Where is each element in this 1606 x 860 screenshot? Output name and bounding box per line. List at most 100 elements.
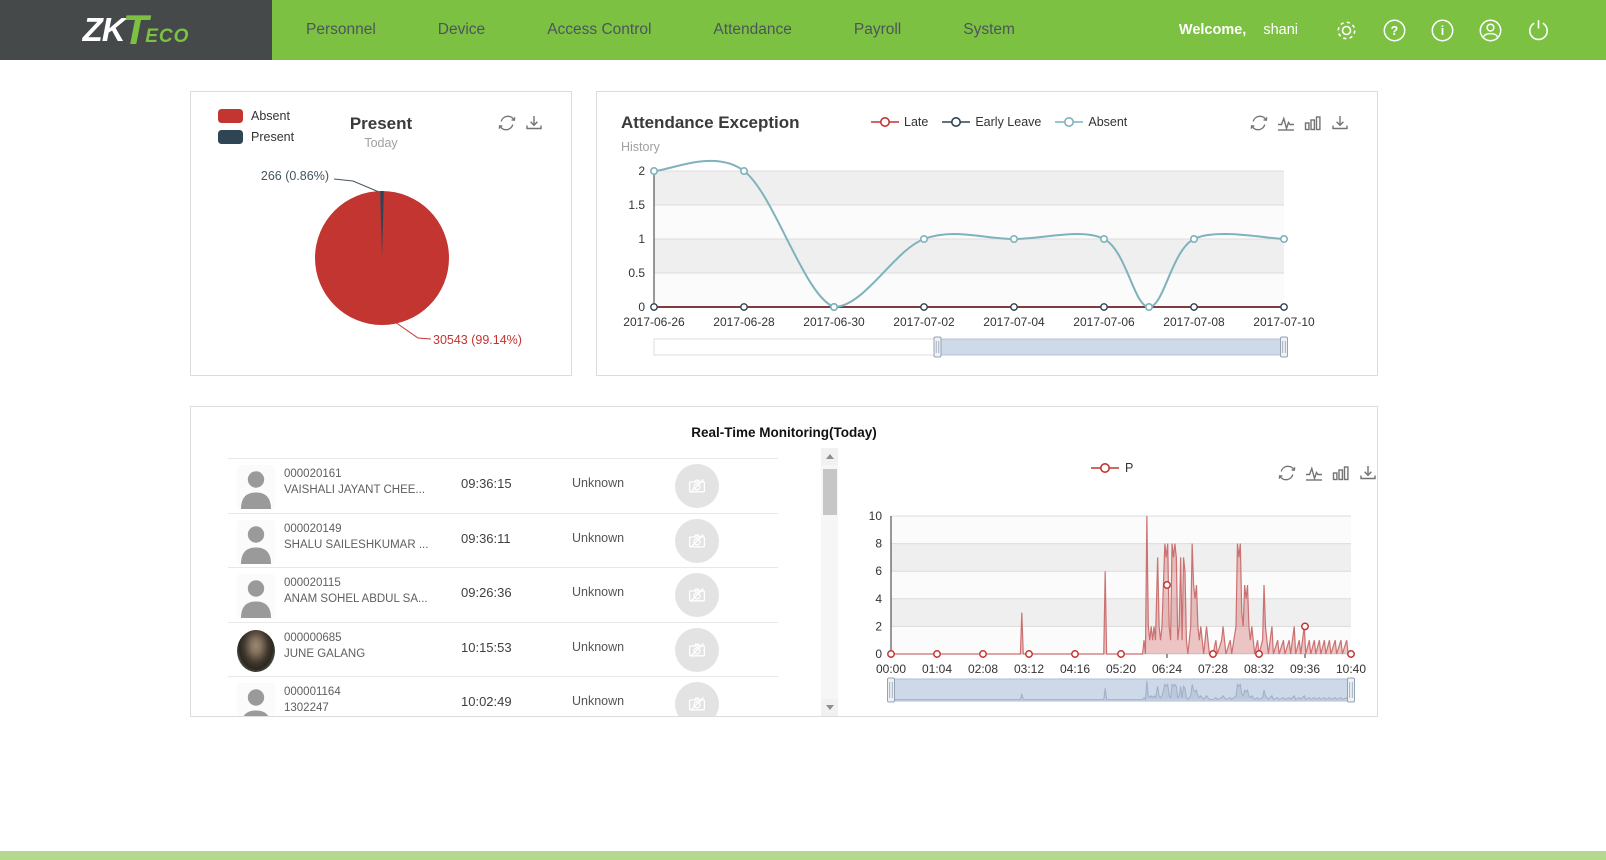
svg-text:09:36: 09:36 bbox=[1290, 662, 1320, 676]
status-label: Unknown bbox=[572, 531, 624, 545]
nav-access-control[interactable]: Access Control bbox=[547, 21, 651, 39]
settings-gear-icon[interactable] bbox=[1333, 17, 1360, 44]
zkteco-logo[interactable]: ZK T eco bbox=[0, 0, 272, 60]
monitoring-title: Real-Time Monitoring(Today) bbox=[191, 425, 1377, 440]
info-icon[interactable]: i bbox=[1429, 17, 1456, 44]
nav-system[interactable]: System bbox=[963, 21, 1015, 39]
list-item: 000000685 JUNE GALANG 10:15:53 Unknown bbox=[228, 622, 778, 677]
person-id: 000020115 bbox=[284, 577, 341, 589]
avatar-silhouette bbox=[237, 683, 275, 717]
exception-title: Attendance Exception bbox=[621, 113, 800, 133]
exception-toolbar bbox=[1248, 112, 1351, 134]
avatar-photo bbox=[237, 630, 275, 672]
svg-text:07:28: 07:28 bbox=[1198, 662, 1228, 676]
footer-bar bbox=[0, 851, 1606, 860]
dashboard-main: Absent Present Present Today bbox=[0, 60, 1606, 851]
logo-text-eco: eco bbox=[145, 26, 189, 48]
svg-text:0: 0 bbox=[875, 647, 882, 661]
download-icon[interactable] bbox=[523, 112, 545, 134]
power-icon[interactable] bbox=[1525, 17, 1552, 44]
scroll-up-arrow-icon[interactable] bbox=[821, 448, 838, 465]
present-slice-label: 266 (0.86%) bbox=[261, 169, 329, 183]
list-item: 000001164 1302247 10:02:49 Unknown bbox=[228, 676, 778, 717]
main-nav: Personnel Device Access Control Attendan… bbox=[272, 21, 1015, 39]
list-item: 000020115 ANAM SOHEL ABDUL SA... 09:26:3… bbox=[228, 567, 778, 622]
legend-item-early-leave[interactable]: Early Leave bbox=[942, 115, 1041, 129]
punch-time: 10:15:53 bbox=[461, 640, 512, 655]
svg-text:02:08: 02:08 bbox=[968, 662, 998, 676]
avatar-silhouette bbox=[237, 465, 275, 509]
bar-chart-icon[interactable] bbox=[1302, 112, 1324, 134]
legend-item-late[interactable]: Late bbox=[871, 115, 928, 129]
scrollbar-thumb[interactable] bbox=[823, 469, 837, 515]
svg-text:2: 2 bbox=[875, 619, 882, 633]
person-name: SHALU SAILESHKUMAR ... bbox=[284, 539, 428, 551]
legend-label-p: P bbox=[1125, 461, 1133, 475]
top-nav-bar: ZK T eco Personnel Device Access Control… bbox=[0, 0, 1606, 60]
list-item: 000020161 VAISHALI JAYANT CHEE... 09:36:… bbox=[228, 458, 778, 513]
bar-chart-icon[interactable] bbox=[1330, 462, 1352, 484]
download-icon[interactable] bbox=[1329, 112, 1351, 134]
refresh-icon[interactable] bbox=[1276, 462, 1298, 484]
person-id: 000020149 bbox=[284, 523, 342, 535]
person-id: 000020161 bbox=[284, 468, 342, 480]
status-label: Unknown bbox=[572, 585, 624, 599]
punch-time: 09:36:15 bbox=[461, 476, 512, 491]
legend-item-p[interactable]: P bbox=[1091, 461, 1133, 475]
legend-label-early-leave: Early Leave bbox=[975, 115, 1041, 129]
avatar-silhouette bbox=[237, 520, 275, 564]
nav-personnel[interactable]: Personnel bbox=[306, 21, 376, 39]
present-subtitle: Today bbox=[191, 136, 571, 150]
svg-text:2017-06-30: 2017-06-30 bbox=[803, 315, 865, 329]
svg-text:1.5: 1.5 bbox=[628, 198, 645, 212]
svg-text:i: i bbox=[1441, 24, 1444, 38]
exception-subtitle: History bbox=[621, 140, 660, 154]
svg-text:2017-06-28: 2017-06-28 bbox=[713, 315, 775, 329]
punch-time: 10:02:49 bbox=[461, 694, 512, 709]
attendance-exception-chart[interactable]: 00.511.522017-06-262017-06-282017-06-302… bbox=[597, 92, 1378, 376]
refresh-icon[interactable] bbox=[1248, 112, 1270, 134]
person-id: 000000685 bbox=[284, 632, 342, 644]
punch-time: 09:36:11 bbox=[461, 531, 511, 546]
nav-payroll[interactable]: Payroll bbox=[854, 21, 901, 39]
svg-text:8: 8 bbox=[875, 537, 882, 551]
help-icon[interactable]: ? bbox=[1381, 17, 1408, 44]
download-icon[interactable] bbox=[1357, 462, 1378, 484]
scroll-down-arrow-icon[interactable] bbox=[821, 699, 838, 716]
legend-item-absent-line[interactable]: Absent bbox=[1055, 115, 1127, 129]
legend-label-absent-line: Absent bbox=[1088, 115, 1127, 129]
monitoring-list: 000020161 VAISHALI JAYANT CHEE... 09:36:… bbox=[228, 458, 778, 717]
svg-text:2017-07-10: 2017-07-10 bbox=[1253, 315, 1315, 329]
svg-text:01:04: 01:04 bbox=[922, 662, 952, 676]
svg-text:?: ? bbox=[1391, 24, 1399, 38]
status-label: Unknown bbox=[572, 640, 624, 654]
svg-text:2017-07-08: 2017-07-08 bbox=[1163, 315, 1225, 329]
logo-text-zk: ZK bbox=[83, 11, 125, 49]
line-chart-icon[interactable] bbox=[1275, 112, 1297, 134]
exception-legend: Late Early Leave Absent bbox=[871, 115, 1127, 129]
no-photo-badge bbox=[675, 519, 719, 563]
svg-text:05:20: 05:20 bbox=[1106, 662, 1136, 676]
svg-text:04:16: 04:16 bbox=[1060, 662, 1090, 676]
dashboard-page: ZK T eco Personnel Device Access Control… bbox=[0, 0, 1606, 860]
punch-time: 09:26:36 bbox=[461, 585, 512, 600]
svg-text:00:00: 00:00 bbox=[876, 662, 906, 676]
nav-device[interactable]: Device bbox=[438, 21, 485, 39]
nav-attendance[interactable]: Attendance bbox=[713, 21, 791, 39]
list-scrollbar[interactable] bbox=[821, 448, 838, 716]
svg-text:10: 10 bbox=[869, 509, 883, 523]
svg-text:1: 1 bbox=[638, 232, 645, 246]
line-chart-icon[interactable] bbox=[1303, 462, 1325, 484]
svg-text:10:40: 10:40 bbox=[1336, 662, 1366, 676]
svg-text:2017-07-02: 2017-07-02 bbox=[893, 315, 955, 329]
account-icon[interactable] bbox=[1477, 17, 1504, 44]
monitoring-toolbar bbox=[1276, 462, 1378, 484]
welcome-label: Welcome, bbox=[1179, 22, 1246, 38]
person-id: 000001164 bbox=[284, 686, 341, 698]
avatar-silhouette bbox=[237, 574, 275, 618]
svg-text:08:32: 08:32 bbox=[1244, 662, 1274, 676]
refresh-icon[interactable] bbox=[496, 112, 518, 134]
username[interactable]: shani bbox=[1263, 22, 1298, 38]
person-name: JUNE GALANG bbox=[284, 648, 365, 660]
svg-text:2017-07-06: 2017-07-06 bbox=[1073, 315, 1135, 329]
